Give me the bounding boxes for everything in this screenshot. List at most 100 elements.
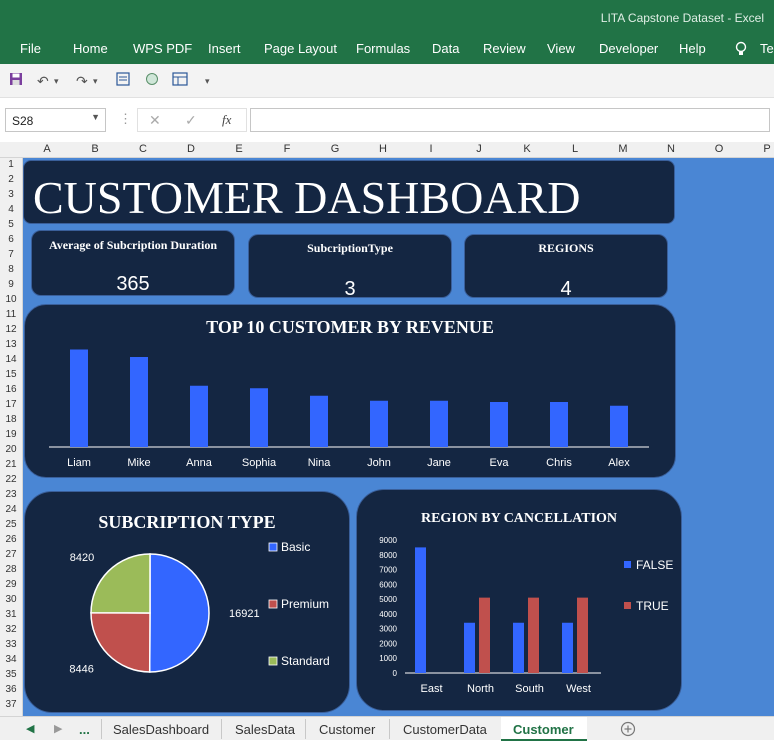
row-header[interactable]: 2 (0, 174, 22, 185)
cancel-icon[interactable]: ✕ (149, 112, 161, 129)
row-header[interactable]: 21 (0, 459, 22, 470)
legend-swatch (268, 542, 278, 552)
row-header[interactable]: 1 (0, 159, 22, 170)
row-header[interactable]: 15 (0, 369, 22, 380)
cancellation-chart-card[interactable]: REGION BY CANCELLATION 0 1000 2000 3000 4000… (356, 489, 682, 711)
undo-dropdown-icon[interactable]: ▾ (54, 76, 59, 87)
column-header[interactable]: K (503, 143, 551, 155)
scroll-left-icon[interactable]: ◀ (26, 722, 34, 735)
tab-data[interactable]: Data (432, 41, 459, 56)
row-header[interactable]: 26 (0, 534, 22, 545)
form-icon[interactable] (116, 72, 130, 89)
column-header[interactable]: L (551, 143, 599, 155)
row-header[interactable]: 13 (0, 339, 22, 350)
sheet-tab-customerdata[interactable]: CustomerData (403, 722, 487, 737)
row-header[interactable]: 16 (0, 384, 22, 395)
insert-function-button[interactable]: fx (222, 112, 231, 128)
row-header[interactable]: 24 (0, 504, 22, 515)
tab-wps-pdf[interactable]: WPS PDF (133, 41, 192, 56)
legend-entry: TRUE (636, 599, 669, 613)
column-header[interactable]: M (599, 143, 647, 155)
row-header[interactable]: 11 (0, 309, 22, 320)
save-icon[interactable] (9, 72, 23, 89)
revenue-chart-card[interactable]: TOP 10 CUSTOMER BY REVENUE Liam Mike Anna S… (24, 304, 676, 478)
column-header[interactable]: H (359, 143, 407, 155)
row-header[interactable]: 37 (0, 699, 22, 710)
column-header[interactable]: C (119, 143, 167, 155)
row-header[interactable]: 17 (0, 399, 22, 410)
bar (190, 385, 208, 447)
row-header[interactable]: 19 (0, 429, 22, 440)
row-header[interactable]: 32 (0, 624, 22, 635)
row-header[interactable]: 28 (0, 564, 22, 575)
row-header[interactable]: 14 (0, 354, 22, 365)
column-header[interactable]: G (311, 143, 359, 155)
scroll-right-icon[interactable]: ▶ (54, 722, 62, 735)
row-header[interactable]: 4 (0, 204, 22, 215)
row-header[interactable]: 29 (0, 579, 22, 590)
formula-input[interactable] (250, 108, 770, 132)
column-header[interactable]: I (407, 143, 455, 155)
tab-view[interactable]: View (547, 41, 575, 56)
row-header[interactable]: 31 (0, 609, 22, 620)
chevron-down-icon[interactable]: ▼ (91, 112, 100, 122)
column-header[interactable]: D (167, 143, 215, 155)
tab-developer[interactable]: Developer (599, 41, 658, 56)
row-header[interactable]: 20 (0, 444, 22, 455)
row-header[interactable]: 23 (0, 489, 22, 500)
redo-dropdown-icon[interactable]: ▾ (93, 76, 98, 87)
add-sheet-icon[interactable] (620, 721, 636, 740)
tab-formulas[interactable]: Formulas (356, 41, 410, 56)
row-header[interactable]: 36 (0, 684, 22, 695)
row-header[interactable]: 27 (0, 549, 22, 560)
tab-home[interactable]: Home (73, 41, 108, 56)
row-header[interactable]: 30 (0, 594, 22, 605)
sheet-tab-salesdata[interactable]: SalesData (235, 722, 295, 737)
circle-icon[interactable] (145, 72, 159, 89)
row-header[interactable]: 18 (0, 414, 22, 425)
row-header[interactable]: 10 (0, 294, 22, 305)
formula-bar-splitter-icon[interactable]: ⋮ (119, 111, 132, 127)
lightbulb-icon[interactable] (734, 41, 748, 60)
enter-icon[interactable]: ✓ (185, 112, 197, 129)
name-box[interactable]: S28 ▼ (5, 108, 106, 132)
row-header[interactable]: 12 (0, 324, 22, 335)
row-header[interactable]: 5 (0, 219, 22, 230)
row-header[interactable]: 34 (0, 654, 22, 665)
column-header[interactable]: J (455, 143, 503, 155)
tab-insert[interactable]: Insert (208, 41, 241, 56)
sheet-tab-customer[interactable]: Customer (319, 722, 375, 737)
tab-page-layout[interactable]: Page Layout (264, 41, 337, 56)
column-header[interactable]: P (743, 143, 774, 155)
more-sheets-button[interactable]: ... (79, 722, 90, 737)
row-header[interactable]: 7 (0, 249, 22, 260)
sheet-tab-salesdashboard[interactable]: SalesDashboard (113, 722, 209, 737)
row-header[interactable]: 8 (0, 264, 22, 275)
column-header[interactable]: B (71, 143, 119, 155)
tab-help[interactable]: Help (679, 41, 706, 56)
redo-icon[interactable]: ↷ (76, 73, 88, 90)
row-header[interactable]: 25 (0, 519, 22, 530)
tab-file[interactable]: File (20, 41, 41, 56)
bar (370, 400, 388, 447)
undo-icon[interactable]: ↶ (37, 73, 49, 90)
row-header[interactable]: 3 (0, 189, 22, 200)
sheet-tab-customer-active[interactable]: Customer (513, 722, 574, 737)
column-header[interactable]: N (647, 143, 695, 155)
column-header[interactable]: E (215, 143, 263, 155)
worksheet[interactable]: CUSTOMER DASHBOARD Average of Subcriptio… (23, 158, 774, 716)
subscription-chart-card[interactable]: SUBCRIPTION TYPE 16921 8446 8420 Basic Premi… (24, 491, 350, 713)
tab-review[interactable]: Review (483, 41, 526, 56)
row-header[interactable]: 35 (0, 669, 22, 680)
row-header[interactable]: 33 (0, 639, 22, 650)
subscription-pie-chart: 16921 8446 8420 Basic Premium Standard (69, 540, 329, 676)
tell-me-search[interactable]: Tel (760, 41, 774, 56)
table-icon[interactable] (172, 72, 188, 89)
column-header[interactable]: F (263, 143, 311, 155)
column-header[interactable]: O (695, 143, 743, 155)
row-header[interactable]: 6 (0, 234, 22, 245)
row-header[interactable]: 22 (0, 474, 22, 485)
column-header[interactable]: A (23, 143, 71, 155)
customize-toolbar-icon[interactable]: ▾ (205, 76, 210, 87)
row-header[interactable]: 9 (0, 279, 22, 290)
